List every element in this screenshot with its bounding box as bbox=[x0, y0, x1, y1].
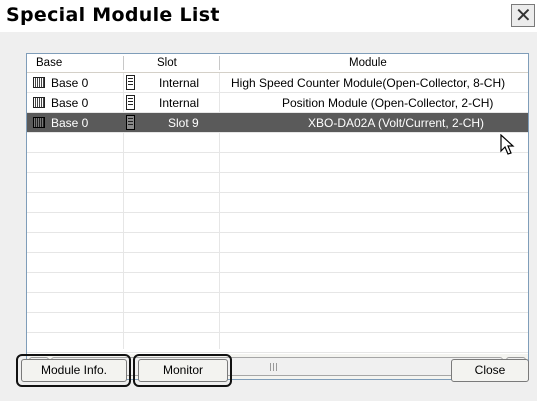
rack-icon bbox=[33, 77, 45, 88]
row-module: XBO-DA02A (Volt/Current, 2-CH) bbox=[308, 116, 485, 130]
table-row[interactable]: Base 0 Internal High Speed Counter Modul… bbox=[27, 73, 528, 93]
row-module: High Speed Counter Module(Open-Collector… bbox=[231, 76, 506, 90]
empty-row bbox=[27, 313, 528, 333]
empty-row bbox=[27, 273, 528, 293]
mouse-pointer-icon bbox=[500, 134, 515, 155]
rack-icon bbox=[33, 117, 45, 128]
row-base: Base 0 bbox=[51, 116, 89, 130]
empty-row bbox=[27, 173, 528, 193]
module-card-icon bbox=[126, 75, 135, 90]
row-base: Base 0 bbox=[51, 76, 89, 90]
row-slot: Internal bbox=[159, 96, 200, 110]
table-row-selected[interactable]: Base 0 Slot 9 XBO-DA02A (Volt/Current, 2… bbox=[27, 113, 528, 133]
row-slot: Internal bbox=[159, 76, 200, 90]
module-card-icon bbox=[126, 115, 135, 130]
empty-row bbox=[27, 213, 528, 233]
monitor-button[interactable]: Monitor bbox=[138, 359, 228, 382]
dialog-body: Base Slot Module Base 0 Internal High Sp… bbox=[0, 32, 537, 401]
special-module-list-dialog: Special Module List ✕ Base Slot Module B… bbox=[0, 0, 537, 401]
empty-row bbox=[27, 253, 528, 273]
row-module: Position Module (Open-Collector, 2-CH) bbox=[282, 96, 494, 110]
column-divider[interactable] bbox=[123, 56, 124, 70]
module-list[interactable]: Base Slot Module Base 0 Internal High Sp… bbox=[26, 53, 529, 380]
empty-row bbox=[27, 153, 528, 173]
window-title: Special Module List bbox=[6, 4, 220, 26]
column-header-slot[interactable]: Slot bbox=[157, 54, 177, 72]
table-row[interactable]: Base 0 Internal Position Module (Open-Co… bbox=[27, 93, 528, 113]
empty-row bbox=[27, 333, 528, 353]
empty-row bbox=[27, 193, 528, 213]
empty-row bbox=[27, 293, 528, 313]
close-icon: ✕ bbox=[515, 3, 532, 27]
rack-icon bbox=[33, 97, 45, 108]
module-card-icon bbox=[126, 95, 135, 110]
close-button[interactable]: Close bbox=[451, 359, 529, 382]
title-bar: Special Module List ✕ bbox=[0, 0, 537, 32]
column-header-module[interactable]: Module bbox=[349, 54, 387, 72]
empty-row bbox=[27, 233, 528, 253]
row-slot: Slot 9 bbox=[168, 116, 199, 130]
close-window-button[interactable]: ✕ bbox=[511, 4, 535, 27]
list-header: Base Slot Module bbox=[27, 54, 528, 73]
row-base: Base 0 bbox=[51, 96, 89, 110]
column-header-base[interactable]: Base bbox=[36, 54, 62, 72]
grip-icon bbox=[270, 363, 279, 371]
empty-row bbox=[27, 133, 528, 153]
module-info-button[interactable]: Module Info. bbox=[21, 359, 127, 382]
column-divider[interactable] bbox=[219, 56, 220, 70]
